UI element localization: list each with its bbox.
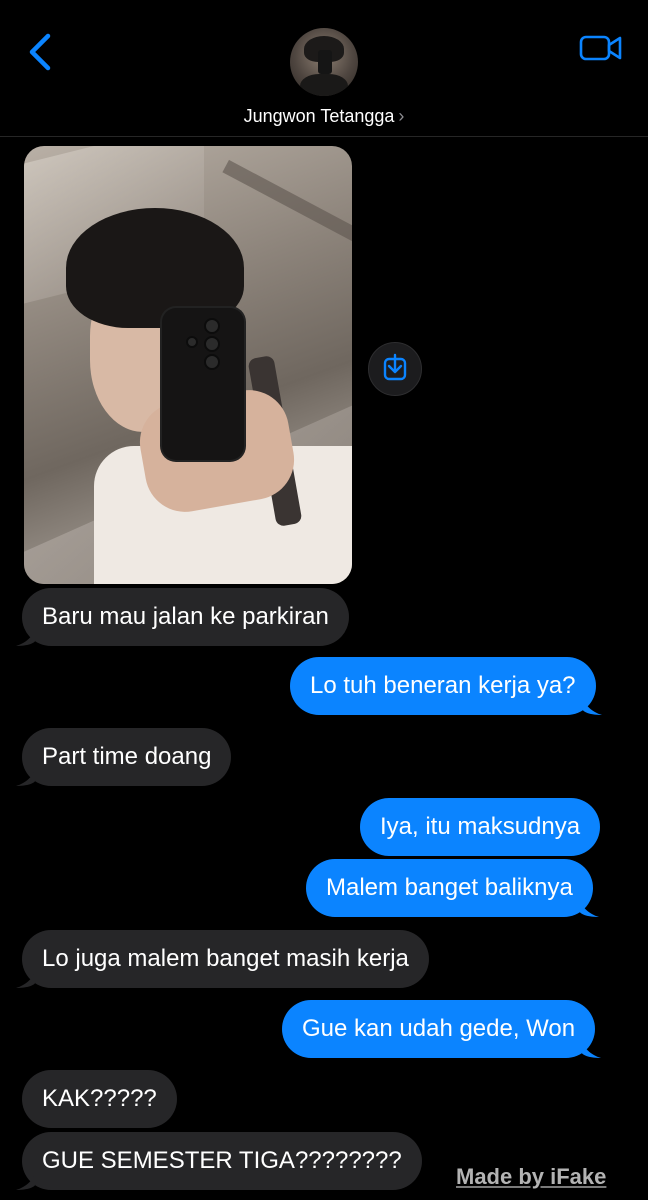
contact-name-button[interactable]: Jungwon Tetangga › bbox=[0, 106, 648, 127]
message-bubble-outgoing[interactable]: Iya, itu maksudnya bbox=[360, 798, 601, 856]
message-text: Iya, itu maksudnya bbox=[380, 813, 581, 840]
conversation-header: Jungwon Tetangga › bbox=[0, 0, 648, 137]
message-bubble-outgoing[interactable]: Gue kan udah gede, Won bbox=[282, 1000, 602, 1058]
message-bubble-incoming[interactable]: KAK????? bbox=[22, 1070, 177, 1128]
download-icon bbox=[383, 353, 407, 381]
message-bubble-incoming[interactable]: Baru mau jalan ke parkiran bbox=[16, 588, 349, 646]
message-bubble-outgoing[interactable]: Malem banget baliknya bbox=[306, 859, 599, 917]
message-text: Lo tuh beneran kerja ya? bbox=[310, 672, 576, 699]
message-bubble-incoming[interactable]: GUE SEMESTER TIGA???????? bbox=[16, 1132, 422, 1190]
message-bubble-incoming[interactable]: Lo juga malem banget masih kerja bbox=[16, 930, 429, 988]
contact-avatar[interactable] bbox=[290, 28, 358, 96]
message-bubble-incoming[interactable]: Part time doang bbox=[16, 728, 232, 786]
message-text: Part time doang bbox=[42, 743, 212, 770]
message-text: Gue kan udah gede, Won bbox=[302, 1015, 576, 1042]
message-text: Baru mau jalan ke parkiran bbox=[42, 603, 329, 630]
message-text: GUE SEMESTER TIGA???????? bbox=[42, 1147, 402, 1174]
video-camera-icon bbox=[579, 35, 622, 61]
save-photo-button[interactable] bbox=[368, 342, 422, 396]
message-text: KAK????? bbox=[42, 1085, 157, 1112]
watermark: Made by iFake bbox=[456, 1164, 607, 1189]
back-button[interactable] bbox=[22, 30, 62, 74]
message-text: Lo juga malem banget masih kerja bbox=[42, 945, 409, 972]
photo-attachment[interactable] bbox=[24, 146, 352, 584]
chevron-left-icon bbox=[29, 33, 51, 71]
chevron-right-icon: › bbox=[398, 106, 405, 126]
contact-name-label: Jungwon Tetangga bbox=[243, 106, 395, 126]
message-bubble-outgoing[interactable]: Lo tuh beneran kerja ya? bbox=[290, 657, 602, 715]
video-call-button[interactable] bbox=[578, 32, 624, 64]
message-text: Malem banget baliknya bbox=[326, 874, 573, 901]
